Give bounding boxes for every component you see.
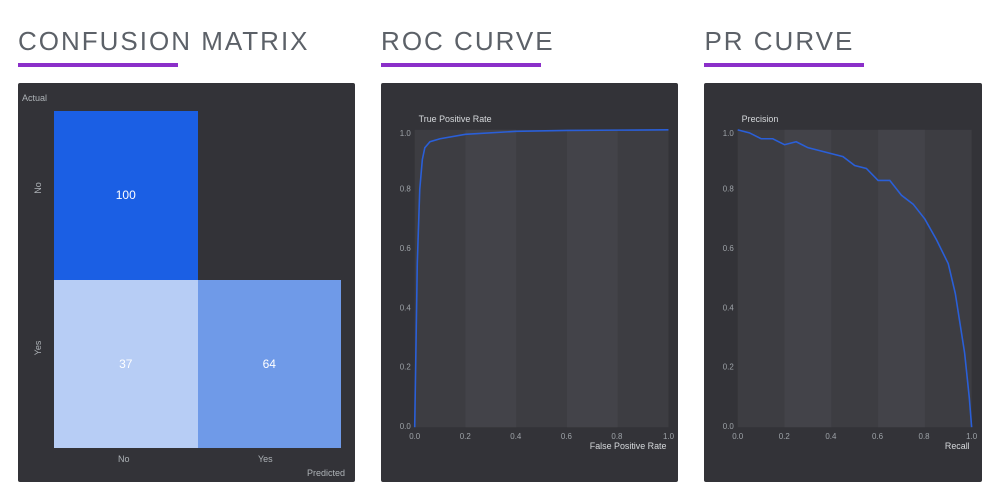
confusion-underline bbox=[18, 63, 178, 67]
svg-text:0.8: 0.8 bbox=[723, 184, 735, 193]
svg-text:0.2: 0.2 bbox=[723, 363, 734, 372]
svg-text:1.0: 1.0 bbox=[723, 129, 735, 138]
confusion-title: CONFUSION MATRIX bbox=[18, 26, 355, 57]
roc-title: ROC CURVE bbox=[381, 26, 678, 57]
svg-text:0.2: 0.2 bbox=[460, 432, 471, 441]
svg-text:0.8: 0.8 bbox=[919, 432, 931, 441]
confusion-grid: 100 37 64 bbox=[54, 111, 341, 448]
svg-text:0.4: 0.4 bbox=[826, 432, 838, 441]
confusion-actual-label: Actual bbox=[22, 93, 47, 103]
confusion-col-label-no: No bbox=[118, 454, 130, 464]
pr-panel: Precision Recall 0.0 0.2 0.4 0.6 0.8 1.0… bbox=[704, 83, 982, 482]
roc-panel: True Positive Rate False Positive Rate 0… bbox=[381, 83, 678, 482]
roc-underline bbox=[381, 63, 541, 67]
pr-xlabel: Recall bbox=[945, 441, 970, 451]
confusion-row-label-no: No bbox=[33, 180, 43, 196]
pr-chart: Precision Recall 0.0 0.2 0.4 0.6 0.8 1.0… bbox=[704, 83, 982, 482]
confusion-predicted-label: Predicted bbox=[307, 468, 345, 478]
svg-text:0.6: 0.6 bbox=[400, 244, 412, 253]
svg-text:0.4: 0.4 bbox=[400, 303, 412, 312]
svg-text:0.0: 0.0 bbox=[409, 432, 421, 441]
svg-text:0.2: 0.2 bbox=[400, 363, 411, 372]
svg-text:0.4: 0.4 bbox=[510, 432, 522, 441]
svg-text:1.0: 1.0 bbox=[400, 129, 412, 138]
confusion-row-label-yes: Yes bbox=[33, 340, 43, 356]
svg-text:1.0: 1.0 bbox=[967, 432, 979, 441]
confusion-col-label-yes: Yes bbox=[258, 454, 273, 464]
confusion-cell-tn: 100 bbox=[54, 111, 198, 280]
svg-text:0.8: 0.8 bbox=[611, 432, 623, 441]
pr-underline bbox=[704, 63, 864, 67]
svg-text:0.2: 0.2 bbox=[779, 432, 790, 441]
pr-title: PR CURVE bbox=[704, 26, 982, 57]
roc-xlabel: False Positive Rate bbox=[590, 441, 667, 451]
svg-text:0.6: 0.6 bbox=[723, 244, 735, 253]
svg-text:0.0: 0.0 bbox=[400, 422, 412, 431]
svg-text:0.0: 0.0 bbox=[733, 432, 745, 441]
confusion-cell-fn: 37 bbox=[54, 280, 198, 449]
confusion-matrix-panel: Actual No Yes 100 37 64 No Yes Predicted bbox=[18, 83, 355, 482]
confusion-cell-fp bbox=[198, 111, 342, 280]
confusion-cell-tp: 64 bbox=[198, 280, 342, 449]
svg-text:0.4: 0.4 bbox=[723, 303, 735, 312]
pr-ylabel: Precision bbox=[742, 114, 779, 124]
svg-text:0.6: 0.6 bbox=[872, 432, 884, 441]
svg-text:0.6: 0.6 bbox=[561, 432, 573, 441]
svg-text:0.0: 0.0 bbox=[723, 422, 735, 431]
svg-text:0.8: 0.8 bbox=[400, 184, 412, 193]
roc-ylabel: True Positive Rate bbox=[419, 114, 492, 124]
roc-chart: True Positive Rate False Positive Rate 0… bbox=[381, 83, 678, 482]
svg-text:1.0: 1.0 bbox=[663, 432, 675, 441]
